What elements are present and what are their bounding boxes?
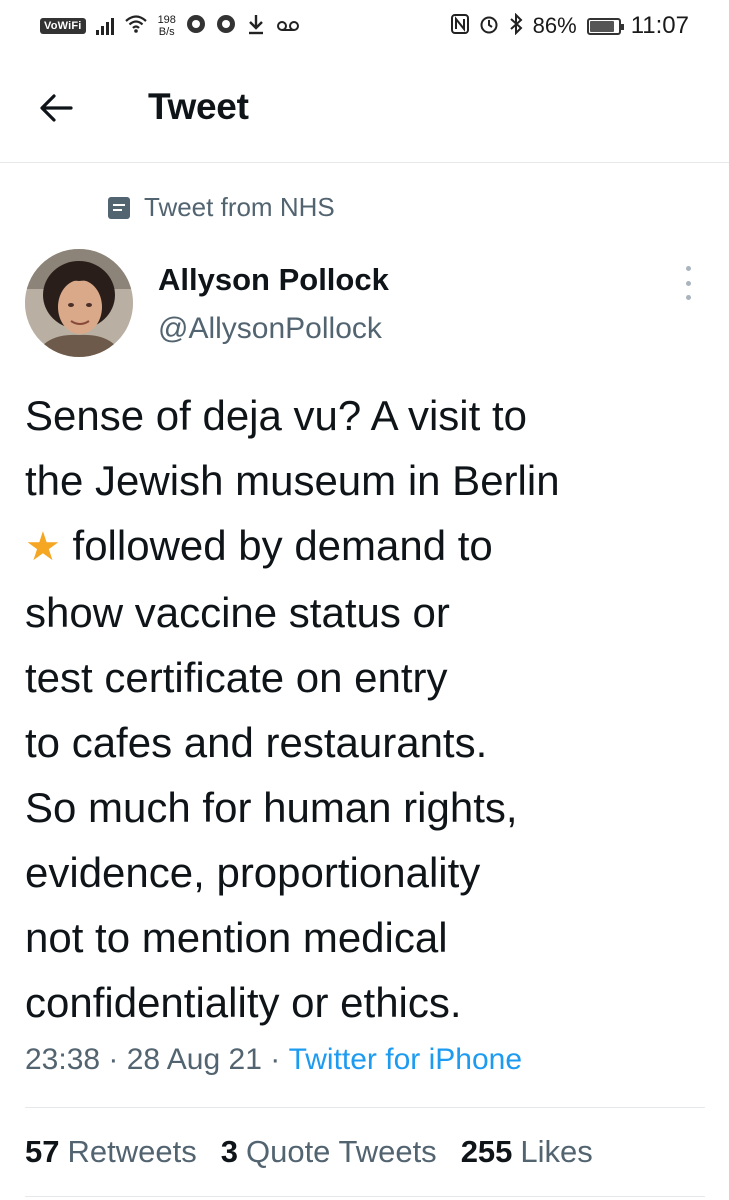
tweet-text-line-2: the Jewish museum in Berlin	[25, 457, 560, 504]
status-bar: VoWiFi 198 B/s 86% 11:07	[0, 0, 729, 52]
more-options-button[interactable]	[676, 266, 700, 300]
document-icon	[108, 196, 130, 219]
battery-percent: 86%	[532, 13, 577, 38]
meta-separator: ·	[100, 1043, 127, 1076]
arrow-left-icon	[40, 94, 73, 122]
status-bar-left: VoWiFi 198 B/s	[40, 13, 300, 39]
voicemail-icon	[276, 14, 300, 38]
tweet-text-line-3: followed by demand to	[60, 522, 493, 569]
retweets-label: Retweets	[67, 1134, 197, 1169]
avatar[interactable]	[25, 249, 133, 357]
app-notification-icon-2	[216, 14, 236, 38]
clock: 11:07	[630, 12, 689, 39]
nfc-icon	[450, 14, 469, 38]
tweet-client-link[interactable]: Twitter for iPhone	[289, 1043, 522, 1077]
battery-icon	[586, 17, 624, 35]
tweet-text-line-1: Sense of deja vu? A visit to	[25, 392, 527, 439]
likes-stat[interactable]: 255 Likes	[461, 1134, 593, 1170]
author-name[interactable]: Allyson Pollock	[158, 262, 389, 298]
tweet-stats: 57 Retweets 3 Quote Tweets 255 Likes	[25, 1134, 593, 1170]
tweet-time[interactable]: 23:38	[25, 1043, 100, 1077]
tweet-text: Sense of deja vu? A visit to the Jewish …	[25, 383, 705, 1035]
meta-separator-2: ·	[261, 1043, 289, 1076]
divider	[25, 1107, 705, 1108]
vowifi-indicator: VoWiFi	[40, 18, 86, 34]
more-dot-icon	[685, 280, 691, 286]
tweet-source-context[interactable]: Tweet from NHS	[108, 192, 335, 223]
status-bar-right: 86% 11:07	[450, 12, 689, 40]
bluetooth-icon	[509, 12, 523, 39]
alarm-icon	[479, 14, 499, 38]
quote-tweets-label: Quote Tweets	[245, 1134, 437, 1169]
page-title: Tweet	[148, 86, 249, 127]
avatar-image	[25, 249, 133, 357]
more-dot-icon	[685, 295, 691, 300]
likes-count: 255	[460, 1134, 513, 1169]
divider-bottom	[25, 1196, 705, 1197]
app-notification-icon	[186, 14, 206, 38]
net-speed-unit: B/s	[158, 26, 175, 38]
author-handle[interactable]: @AllysonPollock	[158, 312, 382, 346]
back-button[interactable]	[36, 88, 76, 128]
download-icon	[246, 13, 266, 39]
tweet-date[interactable]: 28 Aug 21	[127, 1043, 262, 1077]
retweets-stat[interactable]: 57 Retweets	[25, 1134, 197, 1170]
net-speed: 198 B/s	[158, 14, 176, 38]
tweet-meta: 23:38 · 28 Aug 21 · Twitter for iPhone	[25, 1043, 522, 1077]
likes-label: Likes	[520, 1134, 593, 1169]
star-emoji-icon: ★	[25, 525, 61, 569]
retweets-count: 57	[25, 1134, 60, 1169]
quote-tweets-count: 3	[220, 1134, 238, 1169]
more-dot-icon	[685, 266, 691, 271]
tweet-source-label: Tweet from NHS	[144, 192, 335, 222]
net-speed-value: 198	[157, 14, 176, 26]
wifi-icon	[124, 14, 148, 38]
app-header: Tweet	[0, 52, 729, 163]
quote-tweets-stat[interactable]: 3 Quote Tweets	[221, 1134, 437, 1170]
tweet-text-rest: show vaccine status or test certificate …	[25, 589, 518, 1026]
signal-icon	[95, 17, 114, 35]
